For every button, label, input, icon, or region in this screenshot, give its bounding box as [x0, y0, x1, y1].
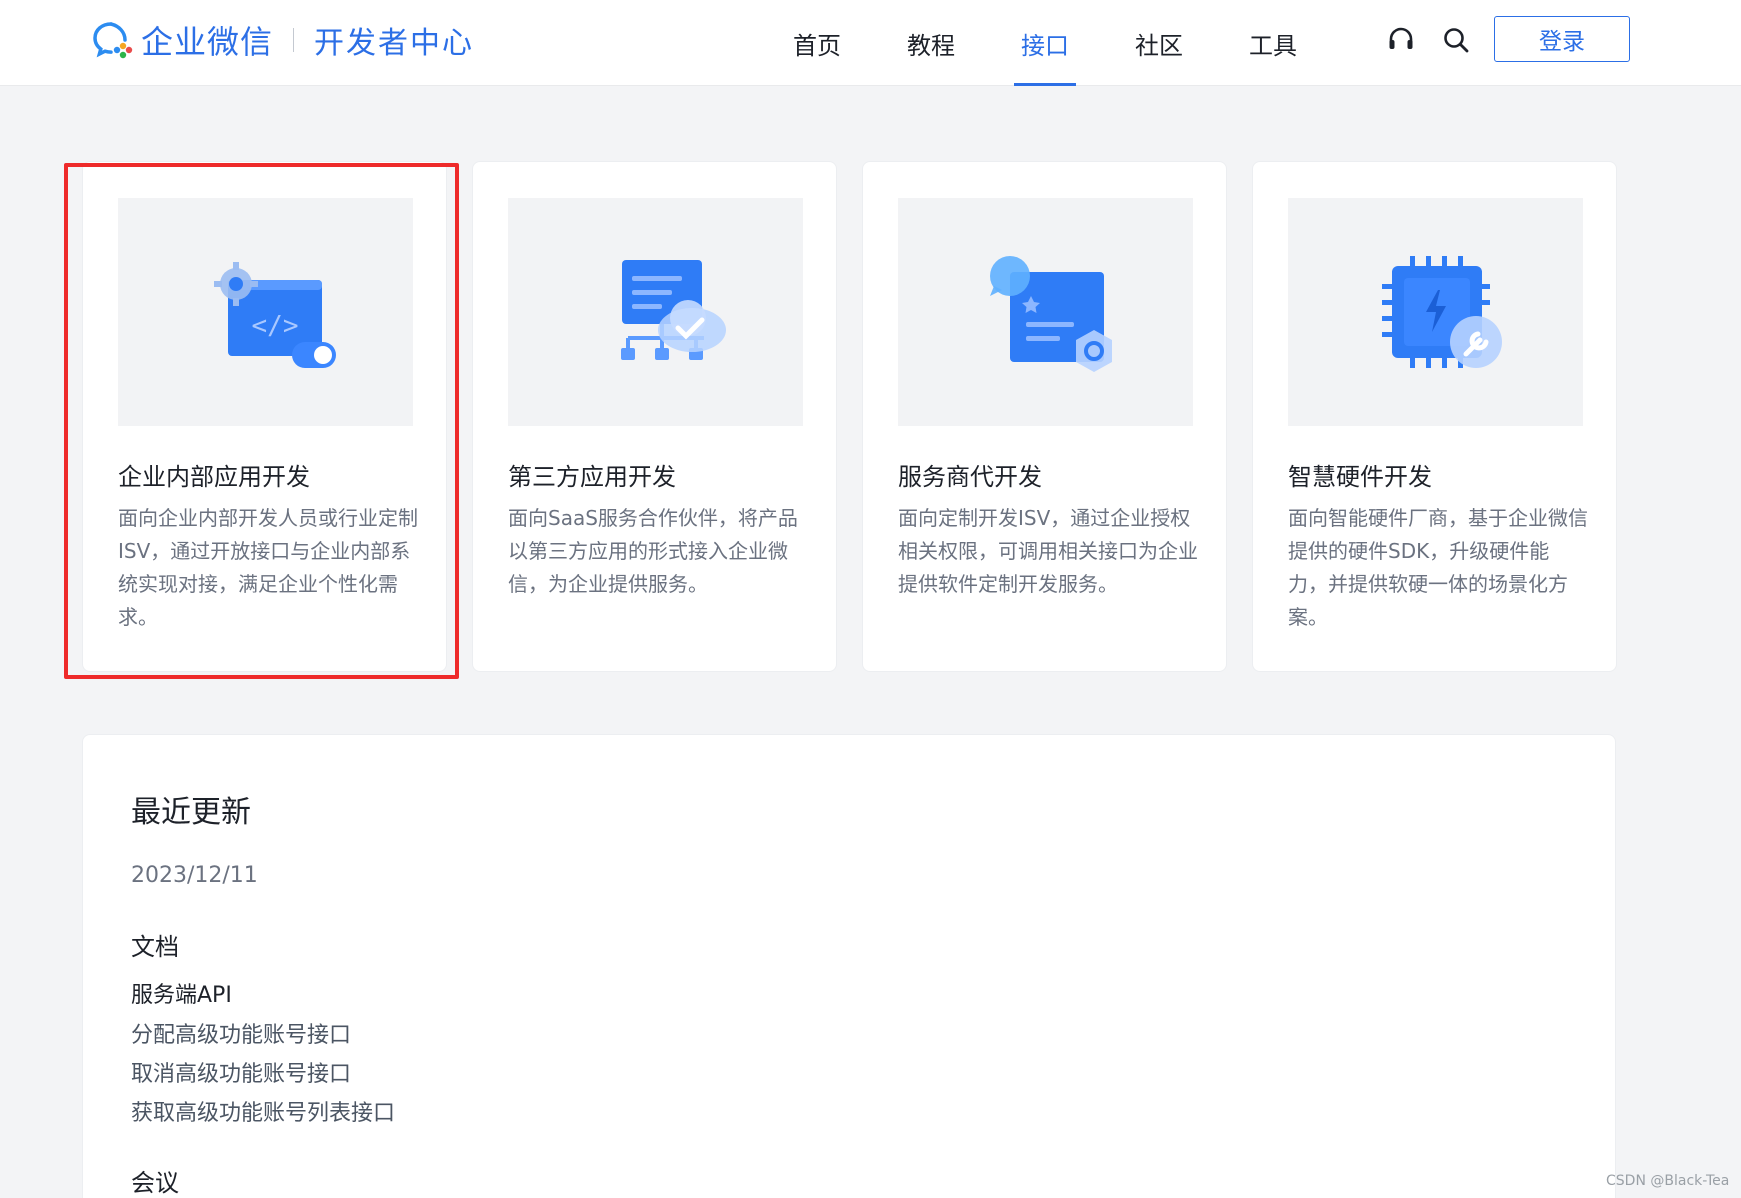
update-link[interactable]: 分配高级功能账号接口: [131, 1017, 351, 1049]
card-smart-hardware-dev[interactable]: 智慧硬件开发 面向智能硬件厂商，基于企业微信提供的硬件SDK，升级硬件能力，并提…: [1252, 161, 1617, 672]
card-description: 面向智能硬件厂商，基于企业微信提供的硬件SDK，升级硬件能力，并提供软硬一体的场…: [1288, 506, 1588, 629]
update-link[interactable]: 取消高级功能账号接口: [131, 1056, 351, 1088]
brand-name: 企业微信: [141, 23, 274, 61]
wecom-logo-icon: [93, 22, 133, 59]
card-third-party-app-dev[interactable]: 第三方应用开发 面向SaaS服务合作伙伴，将产品以第三方应用的形式接入企业微信，…: [472, 161, 837, 672]
top-header: 企业微信 开发者中心 首页 教程 接口 社区 工具 登录: [0, 0, 1741, 86]
card-description: 面向企业内部开发人员或行业定制ISV，通过开放接口与企业内部系统实现对接，满足企…: [118, 506, 418, 629]
card-title: 服务商代开发: [898, 463, 1042, 491]
card-description: 面向定制开发ISV，通过企业授权相关权限，可调用相关接口为企业提供软件定制开发服…: [898, 506, 1198, 596]
main-nav: 首页 教程 接口 社区 工具: [760, 0, 1330, 86]
card-internal-app-dev[interactable]: </> 企业内部应用开发 面向企业内部开发人员或行业定制ISV，通过开放接口与企…: [82, 161, 447, 672]
card-title: 企业内部应用开发: [118, 463, 310, 491]
update-category-meetings: 会议: [131, 1169, 179, 1197]
chip-wrench-icon: [1381, 256, 1502, 368]
update-link[interactable]: 获取高级功能账号列表接口: [131, 1095, 395, 1127]
card-title: 智慧硬件开发: [1288, 463, 1432, 491]
update-category-docs: 文档: [131, 933, 179, 961]
svg-text:</>: </>: [251, 311, 298, 341]
document-chat-hex-icon: [989, 256, 1112, 372]
card-illustration: [508, 198, 803, 426]
code-window-gear-icon: </>: [213, 262, 336, 368]
nav-api[interactable]: 接口: [988, 0, 1102, 86]
cloud-network-icon: [620, 260, 726, 360]
card-illustration: </>: [118, 198, 413, 426]
recent-updates-title: 最近更新: [131, 795, 251, 830]
login-button[interactable]: 登录: [1494, 16, 1630, 62]
card-title: 第三方应用开发: [508, 463, 676, 491]
card-illustration: [898, 198, 1193, 426]
nav-tutorials[interactable]: 教程: [874, 0, 988, 86]
logo[interactable]: 企业微信 开发者中心: [91, 18, 474, 62]
watermark: CSDN @Black-Tea: [1606, 1173, 1730, 1189]
update-date: 2023/12/11: [131, 863, 258, 888]
update-section-server-api: 服务端API: [131, 983, 232, 1008]
card-description: 面向SaaS服务合作伙伴，将产品以第三方应用的形式接入企业微信，为企业提供服务。: [508, 506, 798, 596]
nav-tools[interactable]: 工具: [1216, 0, 1330, 86]
headset-icon[interactable]: [1385, 24, 1417, 56]
card-illustration: [1288, 198, 1583, 426]
search-icon[interactable]: [1440, 24, 1472, 56]
recent-updates-panel: 最近更新 2023/12/11 文档 服务端API 分配高级功能账号接口 取消高…: [82, 734, 1616, 1198]
developer-center-title: 开发者中心: [314, 26, 475, 61]
logo-divider: [293, 28, 295, 52]
card-service-provider-dev[interactable]: 服务商代开发 面向定制开发ISV，通过企业授权相关权限，可调用相关接口为企业提供…: [862, 161, 1227, 672]
nav-home[interactable]: 首页: [760, 0, 874, 86]
nav-community[interactable]: 社区: [1102, 0, 1216, 86]
